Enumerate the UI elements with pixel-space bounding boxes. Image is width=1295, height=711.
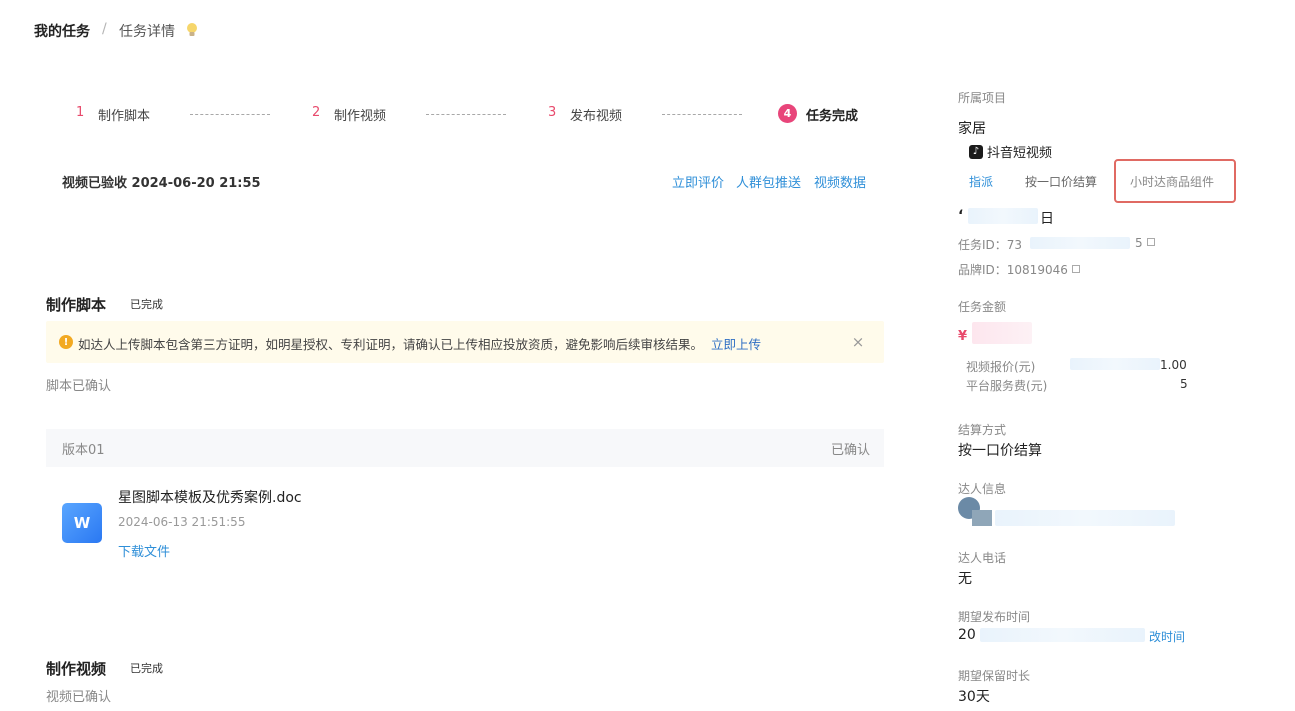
settle-value: 按一口价结算 [958, 443, 1042, 459]
breadcrumb-current: 任务详情 [119, 24, 175, 40]
video-data-link[interactable]: 视频数据 [814, 172, 866, 191]
download-file-link[interactable]: 下载文件 [118, 541, 170, 560]
alert-message: 如达人上传脚本包含第三方证明，如明星授权、专利证明，请确认已上传相应投放资质，避… [78, 334, 761, 353]
quote-value-tail: 1.00 [1160, 358, 1187, 372]
retain-value: 30天 [958, 689, 990, 705]
video-section-title: 制作视频 [46, 660, 107, 678]
warning-icon: ! [59, 335, 73, 349]
assign-tag[interactable]: 指派 [969, 173, 993, 190]
redacted-talent-name [995, 510, 1175, 526]
publish-label: 期望发布时间 [958, 610, 1031, 624]
redacted-task-name [968, 208, 1038, 224]
talent-label: 达人信息 [958, 482, 1007, 496]
douyin-icon: ♪ [969, 144, 983, 159]
step-1-number: 1 [76, 105, 85, 120]
file-time: 2024-06-13 21:51:55 [118, 515, 246, 529]
edit-time-link[interactable]: 改时间 [1149, 628, 1185, 645]
currency-mark: ¥ [958, 329, 968, 344]
upload-now-link[interactable]: 立即上传 [711, 337, 761, 352]
file-name: 星图脚本模板及优秀案例.doc [118, 490, 302, 506]
video-confirmed-text: 视频已确认 [46, 690, 112, 705]
task-id-tail-text: 5 [1135, 236, 1143, 250]
retain-label: 期望保留时长 [958, 669, 1031, 683]
step-connector [190, 114, 270, 115]
amount-label: 任务金额 [958, 300, 1007, 314]
step-connector [662, 114, 742, 115]
step-4-label: 任务完成 [806, 109, 859, 124]
settle-label: 结算方式 [958, 423, 1007, 437]
version-label: 版本01 [62, 443, 105, 458]
acceptance-status: 视频已验收 2024-06-20 21:55 [62, 176, 261, 191]
phone-label: 达人电话 [958, 551, 1007, 565]
brand-id-text: 品牌ID：10819046 [958, 263, 1068, 277]
phone-value: 无 [958, 571, 972, 587]
script-confirmed-text: 脚本已确认 [46, 379, 112, 394]
video-status-badge: 已完成 [130, 662, 163, 675]
alert-text: 如达人上传脚本包含第三方证明，如明星授权、专利证明，请确认已上传相应投放资质，避… [78, 337, 704, 352]
word-file-icon: W [62, 503, 102, 543]
breadcrumb-root[interactable]: 我的任务 [34, 21, 90, 41]
copy-icon[interactable] [1146, 238, 1155, 246]
copy-icon[interactable] [1071, 265, 1080, 273]
fee-value-tail: 5 [1180, 377, 1188, 391]
breadcrumb-separator: / [102, 21, 107, 37]
step-3-label: 发布视频 [570, 109, 623, 124]
step-connector [426, 114, 506, 115]
task-name-prefix: ‘ [958, 208, 964, 224]
hourly-goods-tag: 小时达商品组件 [1130, 175, 1215, 189]
fee-label: 平台服务费(元) [966, 379, 1048, 393]
redacted-avatar-overlay [972, 510, 992, 526]
task-id-tail: 5 [1135, 236, 1155, 250]
version-header: 版本01 已确认 [46, 429, 884, 467]
qualification-alert: ! 如达人上传脚本包含第三方证明，如明星授权、专利证明，请确认已上传相应投放资质… [46, 321, 884, 363]
step-3-number: 3 [548, 105, 557, 120]
platform-name: 抖音短视频 [987, 146, 1053, 161]
script-section-title: 制作脚本 [46, 296, 107, 314]
close-icon[interactable]: × [851, 331, 865, 353]
lightbulb-icon[interactable] [185, 22, 199, 38]
step-2-label: 制作视频 [334, 109, 387, 124]
redacted-quote [1070, 358, 1160, 370]
step-2-number: 2 [312, 105, 321, 120]
task-id: 任务ID：73 [958, 238, 1023, 252]
step-1-label: 制作脚本 [98, 109, 151, 124]
project-label: 所属项目 [958, 91, 1007, 105]
redacted-amount [972, 322, 1032, 344]
brand-id: 品牌ID：10819046 [958, 261, 1080, 278]
fixed-price-tag: 按一口价结算 [1025, 175, 1098, 189]
platform: ♪ 抖音短视频 [969, 142, 1052, 161]
rate-now-link[interactable]: 立即评价 [672, 172, 724, 191]
step-4-number: 4 [778, 104, 797, 123]
version-status: 已确认 [830, 443, 870, 458]
task-name-partial: 日 [1040, 211, 1054, 227]
redacted-publish-time [980, 628, 1145, 642]
project-value: 家居 [958, 121, 986, 137]
script-status-badge: 已完成 [130, 298, 163, 311]
audience-push-link[interactable]: 人群包推送 [736, 172, 801, 191]
redacted-task-id [1030, 237, 1130, 249]
quote-label: 视频报价(元) [966, 360, 1036, 374]
publish-value: 20 [958, 627, 976, 643]
